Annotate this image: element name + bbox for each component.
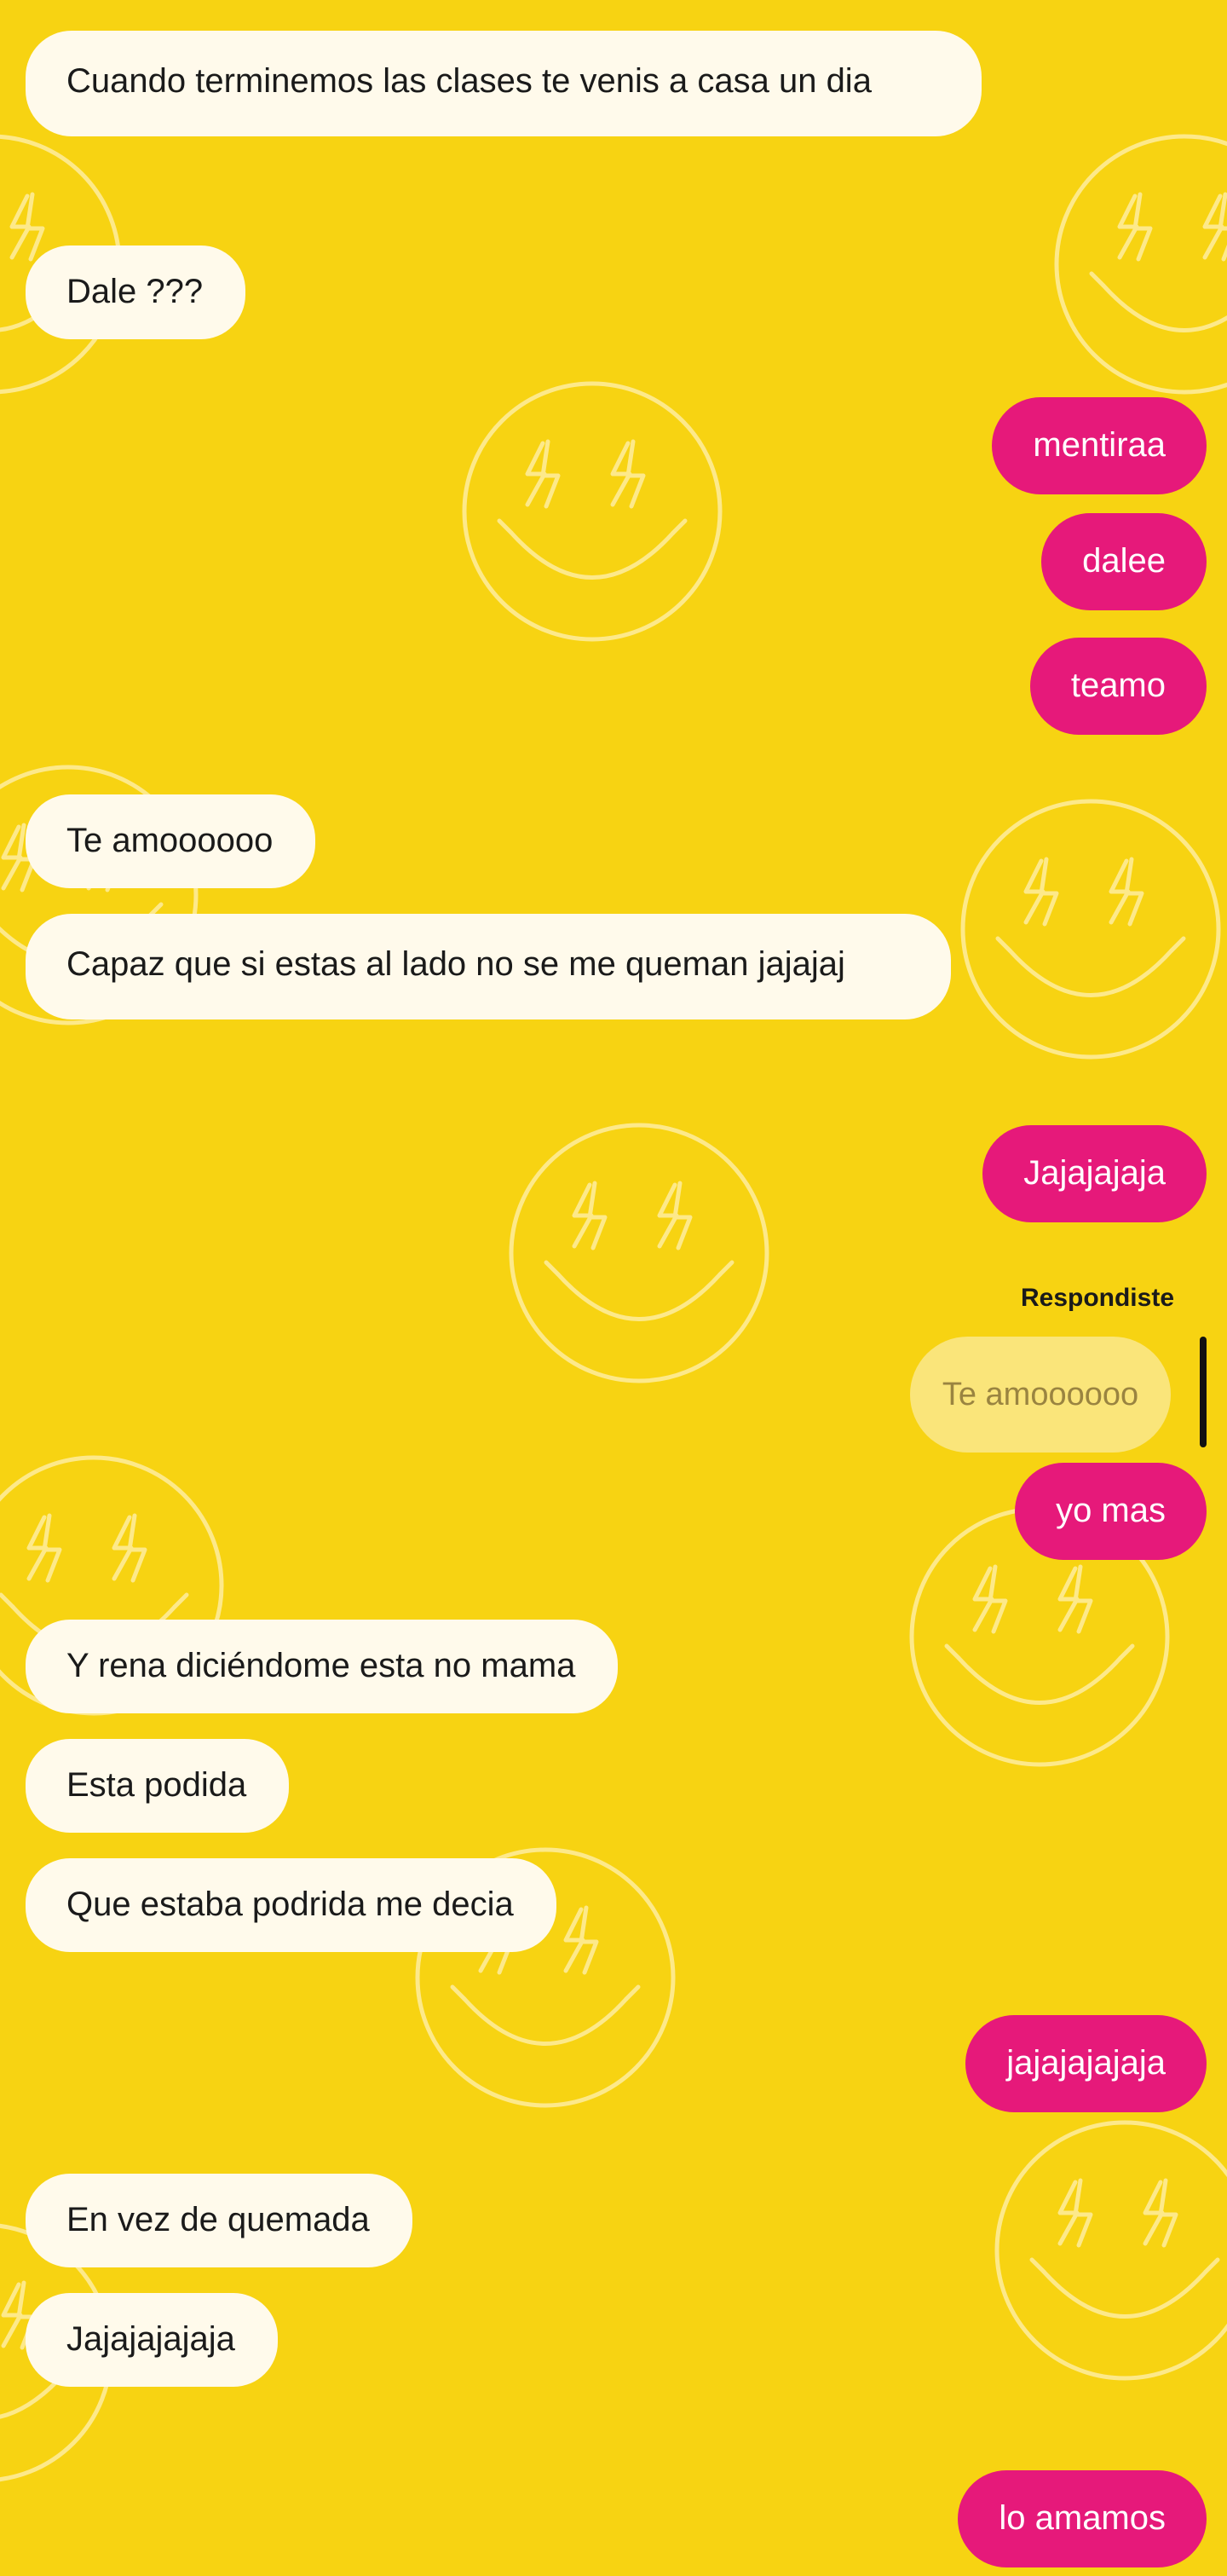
message-text: dalee [1082, 542, 1166, 580]
message-text: teamo [1070, 667, 1166, 704]
outgoing-message-bubble[interactable]: yo mas [1015, 1463, 1207, 1560]
outgoing-message-bubble[interactable]: Jajajajaja [982, 1125, 1207, 1222]
outgoing-message-bubble[interactable]: jajajajajaja [965, 2015, 1207, 2112]
incoming-message-bubble[interactable]: Jajajajajaja [26, 2293, 278, 2387]
incoming-message-bubble[interactable]: Que estaba podrida me decia [26, 1858, 556, 1952]
message-text: En vez de quemada [66, 2201, 370, 2238]
message-text: Jajajajajaja [66, 2320, 235, 2358]
smiley-with-lightning-eyes-icon [1057, 136, 1227, 392]
message-text: Te amoooooo [66, 822, 274, 859]
quoted-message[interactable]: Te amoooooo [910, 1337, 1171, 1453]
message-text: Que estaba podrida me decia [66, 1886, 514, 1923]
message-text: lo amamos [999, 2499, 1166, 2537]
outgoing-message-bubble[interactable]: lo amamos [958, 2470, 1207, 2567]
message-text: Esta podida [66, 1766, 247, 1804]
reply-indicator-bar [1200, 1337, 1207, 1447]
smiley-with-lightning-eyes-icon [511, 1125, 767, 1381]
message-text: Y rena diciéndome esta no mama [66, 1647, 576, 1684]
outgoing-message-bubble[interactable]: dalee [1041, 513, 1207, 610]
incoming-message-bubble[interactable]: Capaz que si estas al lado no se me quem… [26, 914, 951, 1019]
incoming-message-bubble[interactable]: En vez de quemada [26, 2174, 412, 2267]
smiley-with-lightning-eyes-icon [963, 801, 1218, 1057]
message-text: yo mas [1056, 1492, 1166, 1529]
incoming-message-bubble[interactable]: Esta podida [26, 1739, 290, 1833]
message-text: mentiraa [1033, 426, 1166, 464]
incoming-message-bubble[interactable]: Cuando terminemos las clases te venis a … [26, 31, 982, 136]
message-text: jajajajajaja [1006, 2044, 1166, 2082]
incoming-message-bubble[interactable]: Y rena diciéndome esta no mama [26, 1620, 619, 1713]
message-text: Jajajajaja [1023, 1154, 1166, 1192]
smiley-with-lightning-eyes-icon [997, 2123, 1227, 2378]
reply-label: Respondiste [1020, 1284, 1174, 1312]
message-text: Capaz que si estas al lado no se me quem… [66, 945, 845, 983]
incoming-message-bubble[interactable]: Dale ??? [26, 245, 246, 339]
smiley-with-lightning-eyes-icon [464, 384, 720, 639]
message-text: Cuando terminemos las clases te venis a … [66, 62, 872, 100]
chat-thread[interactable]: Cuando terminemos las clases te venis a … [0, 0, 1227, 2576]
incoming-message-bubble[interactable]: Te amoooooo [26, 794, 316, 888]
outgoing-message-bubble[interactable]: teamo [1029, 638, 1207, 735]
outgoing-message-bubble[interactable]: mentiraa [992, 397, 1207, 494]
message-text: Dale ??? [66, 273, 204, 310]
